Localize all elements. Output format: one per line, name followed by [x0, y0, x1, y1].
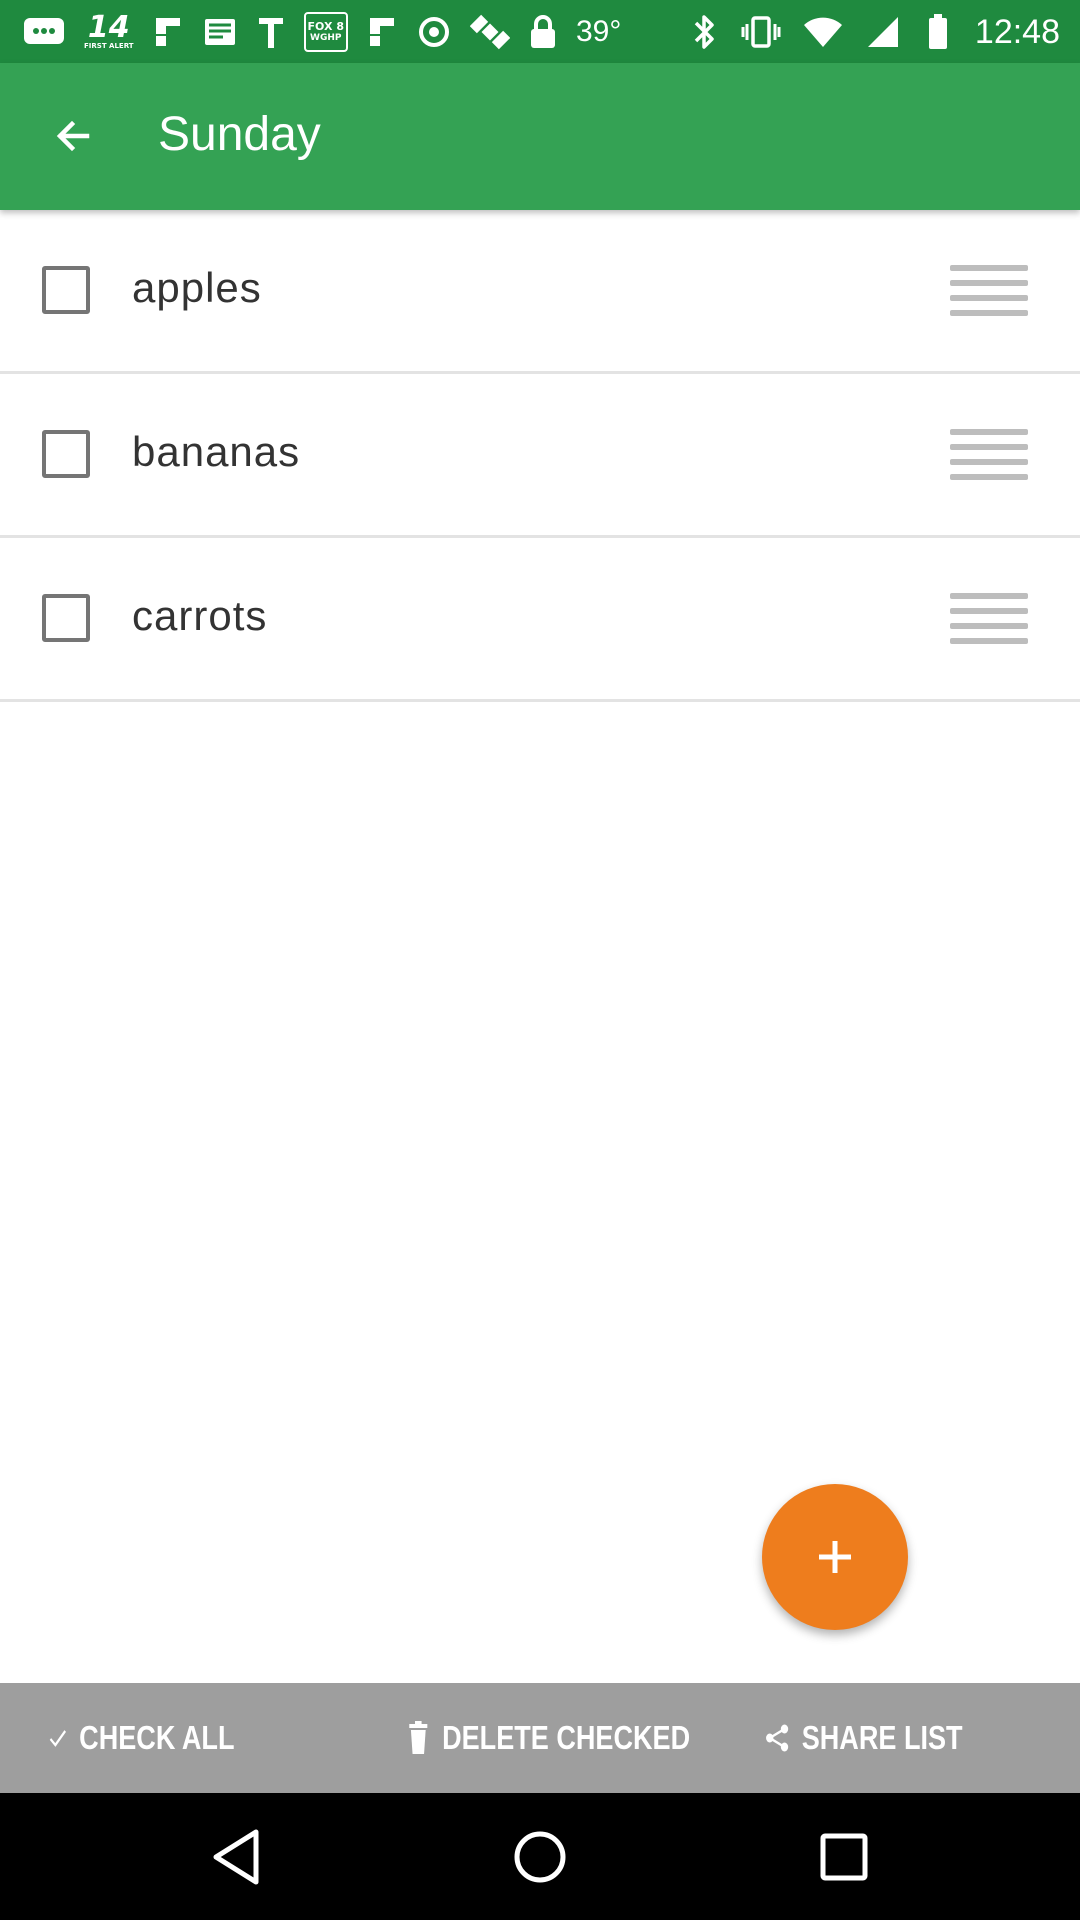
- drag-handle-icon[interactable]: [950, 429, 1028, 481]
- check-all-label: CHECK ALL: [79, 1719, 235, 1756]
- trash-icon: [406, 1721, 431, 1755]
- status-notifications: 14 FIRST ALERT FOX 8 WGHP 39°: [22, 8, 621, 56]
- text-t-icon: [256, 12, 286, 52]
- navigation-bar: [0, 1793, 1080, 1920]
- check-icon: [48, 1726, 68, 1750]
- weather-temperature: 39°: [575, 15, 622, 48]
- square-recents-icon: [820, 1833, 868, 1881]
- back-button[interactable]: [38, 101, 108, 171]
- status-bar: 14 FIRST ALERT FOX 8 WGHP 39° 12:48: [0, 0, 1080, 63]
- vibrate-icon: [741, 12, 781, 52]
- share-list-label: SHARE LIST: [801, 1719, 963, 1756]
- home-nav-button[interactable]: [504, 1821, 576, 1893]
- share-icon: [764, 1723, 790, 1753]
- item-checkbox[interactable]: [42, 430, 90, 478]
- item-label: apples: [132, 264, 262, 311]
- delete-checked-button[interactable]: DELETE CHECKED: [406, 1683, 690, 1793]
- wifi-icon: [803, 12, 843, 52]
- list-item[interactable]: bananas: [0, 374, 1080, 538]
- cell-signal-icon: [865, 12, 901, 52]
- item-label: carrots: [132, 592, 268, 639]
- triangle-back-icon: [213, 1829, 259, 1885]
- flipboard-icon-2: [366, 12, 398, 52]
- item-checkbox[interactable]: [42, 266, 90, 314]
- lock-icon: [528, 12, 558, 52]
- flipboard-icon: [152, 12, 184, 52]
- recents-nav-button[interactable]: [808, 1821, 880, 1893]
- satellite-icon: [469, 12, 510, 52]
- bluetooth-icon: [689, 12, 719, 52]
- add-item-button[interactable]: [762, 1484, 908, 1630]
- clock: 12:48: [974, 12, 1060, 51]
- check-all-button[interactable]: CHECK ALL: [48, 1683, 234, 1793]
- news-channel-icon: 14 FIRST ALERT: [84, 10, 134, 51]
- battery-icon: [923, 12, 953, 52]
- fox8-icon: FOX 8 WGHP: [303, 12, 348, 52]
- share-list-button[interactable]: SHARE LIST: [764, 1683, 963, 1793]
- plus-icon: [819, 1541, 851, 1573]
- drag-handle-icon[interactable]: [950, 265, 1028, 317]
- delete-checked-label: DELETE CHECKED: [442, 1719, 691, 1756]
- list-item[interactable]: carrots: [0, 538, 1080, 702]
- inbox-icon: [202, 12, 238, 52]
- bottom-action-bar: CHECK ALL DELETE CHECKED SHARE LIST: [0, 1683, 1080, 1793]
- message-icon: [22, 12, 66, 52]
- item-label: bananas: [132, 428, 301, 475]
- page-title: Sunday: [158, 108, 321, 161]
- circle-home-icon: [514, 1831, 566, 1883]
- status-system: 12:48: [689, 8, 1060, 56]
- arrow-back-icon: [56, 120, 90, 152]
- drag-handle-icon[interactable]: [950, 593, 1028, 645]
- ring-icon: [416, 12, 452, 52]
- list-item[interactable]: apples: [0, 210, 1080, 374]
- app-bar: Sunday: [0, 63, 1080, 210]
- item-checkbox[interactable]: [42, 594, 90, 642]
- back-nav-button[interactable]: [200, 1821, 272, 1893]
- shopping-list: apples bananas carrots: [0, 210, 1080, 702]
